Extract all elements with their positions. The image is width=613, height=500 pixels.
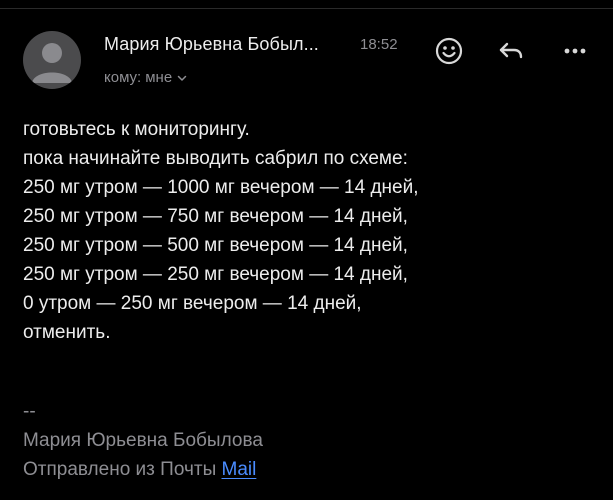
mail-link[interactable]: Mail bbox=[222, 459, 257, 480]
recipient-label: кому: bbox=[104, 69, 142, 86]
sent-from-prefix: Отправлено из Почты bbox=[23, 459, 222, 480]
smiley-icon bbox=[435, 37, 463, 65]
body-line: 250 мг утром — 250 мг вечером — 14 дней, bbox=[23, 264, 408, 285]
message-body: готовьтесь к мониторингу. пока начинайте… bbox=[23, 115, 593, 347]
body-line: 0 утром — 250 мг вечером — 14 дней, bbox=[23, 293, 362, 314]
chevron-down-icon[interactable] bbox=[176, 72, 188, 84]
message-time: 18:52 bbox=[360, 36, 398, 53]
sender-name[interactable]: Мария Юрьевна Бобыл... bbox=[104, 34, 349, 55]
sender-avatar[interactable] bbox=[23, 31, 81, 89]
body-line: 250 мг утром — 750 мг вечером — 14 дней, bbox=[23, 206, 408, 227]
body-line: готовьтесь к мониторингу. bbox=[23, 119, 250, 140]
more-button[interactable] bbox=[558, 34, 592, 68]
sent-from-line: Отправлено из Почты Mail bbox=[23, 455, 263, 484]
reaction-button[interactable] bbox=[432, 34, 466, 68]
ellipsis-icon bbox=[564, 48, 586, 54]
signature-name: Мария Юрьевна Бобылова bbox=[23, 430, 263, 451]
recipient-row[interactable]: кому: мне bbox=[104, 69, 188, 86]
recipient-value: мне bbox=[145, 69, 173, 86]
body-line: 250 мг утром — 1000 мг вечером — 14 дней… bbox=[23, 177, 419, 198]
divider bbox=[0, 8, 613, 9]
body-line: отменить. bbox=[23, 322, 111, 343]
mail-message-view: Мария Юрьевна Бобыл... 18:52 кому: мне г… bbox=[0, 0, 613, 500]
signature: -- Мария Юрьевна Бобылова Отправлено из … bbox=[23, 397, 263, 484]
reply-button[interactable] bbox=[494, 34, 528, 68]
signature-separator: -- bbox=[23, 401, 36, 422]
body-line: пока начинайте выводить сабрил по схеме: bbox=[23, 148, 408, 169]
reply-arrow-icon bbox=[499, 42, 523, 59]
person-avatar-icon bbox=[32, 43, 72, 83]
body-line: 250 мг утром — 500 мг вечером — 14 дней, bbox=[23, 235, 408, 256]
